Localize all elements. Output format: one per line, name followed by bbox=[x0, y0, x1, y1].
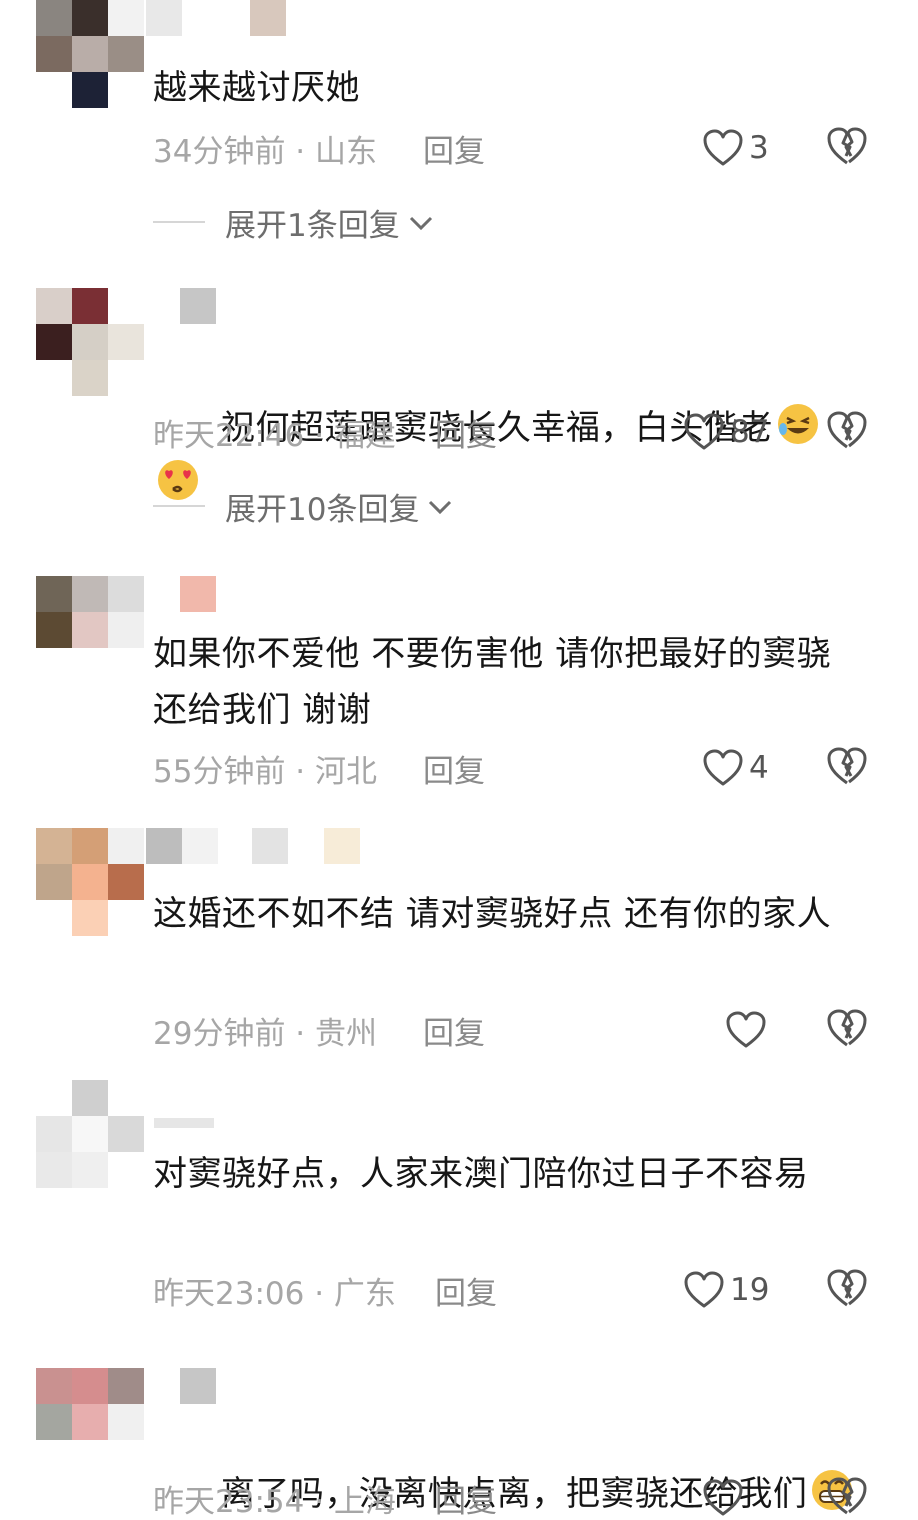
avatar[interactable] bbox=[36, 576, 144, 684]
comment-meta: 昨天22:46 · 福建 回复 bbox=[153, 412, 497, 454]
comment-text: 如果你不爱他 不要伤害他 请你把最好的窦骁还给我们 谢谢 bbox=[153, 634, 832, 730]
broken-heart-icon[interactable] bbox=[826, 746, 870, 790]
like-button[interactable]: 3 bbox=[703, 126, 769, 170]
comment-text: 越来越讨厌她 bbox=[153, 68, 360, 108]
comment-meta: 55分钟前 · 河北 回复 bbox=[153, 748, 485, 790]
username-pixelated[interactable] bbox=[146, 576, 226, 620]
reply-button[interactable]: 回复 bbox=[435, 410, 497, 455]
comment-meta: 昨天23:06 · 广东 回复 bbox=[153, 1270, 497, 1312]
comment-meta: 34分钟前 · 山东 回复 bbox=[153, 128, 485, 170]
comment-meta: 29分钟前 · 贵州 回复 bbox=[153, 1010, 485, 1052]
divider bbox=[153, 505, 205, 507]
expand-replies-button[interactable]: 展开1条回复 bbox=[153, 202, 434, 244]
chevron-down-icon bbox=[408, 204, 434, 240]
chevron-down-icon bbox=[427, 488, 453, 524]
reply-button[interactable]: 回复 bbox=[423, 746, 485, 791]
avatar[interactable] bbox=[36, 828, 144, 936]
comment-text: 这婚还不如不结 请对窦骁好点 还有你的家人 bbox=[153, 894, 832, 934]
broken-heart-icon[interactable] bbox=[826, 1476, 870, 1520]
heart-outline-icon bbox=[703, 1479, 743, 1517]
broken-heart-icon[interactable] bbox=[826, 1008, 870, 1052]
comment-text: 祝何超莲跟窦骁长久幸福，白头偕老 bbox=[153, 344, 865, 568]
avatar[interactable] bbox=[36, 1368, 144, 1476]
time-location: 34分钟前 · 山东 bbox=[153, 133, 378, 170]
like-button[interactable]: 19 bbox=[684, 1268, 769, 1312]
expand-label: 展开1条回复 bbox=[225, 207, 400, 244]
like-count: 3 bbox=[749, 130, 769, 166]
laugh-tears-emoji bbox=[775, 401, 821, 447]
broken-heart-icon[interactable] bbox=[826, 410, 870, 454]
time-location: 29分钟前 · 贵州 bbox=[153, 1015, 378, 1052]
reply-button[interactable]: 回复 bbox=[435, 1476, 497, 1520]
comment-text: 对窦骁好点，人家来澳门陪你过日子不容易 bbox=[153, 1154, 809, 1194]
like-button[interactable]: 87 bbox=[684, 410, 769, 454]
like-button[interactable]: 4 bbox=[703, 746, 769, 790]
avatar[interactable] bbox=[36, 0, 144, 108]
broken-heart-icon[interactable] bbox=[826, 1268, 870, 1312]
reply-button[interactable]: 回复 bbox=[423, 126, 485, 171]
time-location: 昨天23:54 · 上海 bbox=[153, 1483, 396, 1520]
reply-button[interactable]: 回复 bbox=[423, 1008, 485, 1053]
time-location: 昨天22:46 · 福建 bbox=[153, 417, 396, 454]
like-button[interactable] bbox=[726, 1008, 772, 1052]
heart-outline-icon bbox=[684, 413, 724, 451]
username-pixelated[interactable] bbox=[146, 0, 296, 44]
heart-outline-icon bbox=[703, 749, 743, 787]
time-location: 55分钟前 · 河北 bbox=[153, 753, 378, 790]
avatar[interactable] bbox=[36, 1080, 144, 1188]
expand-replies-button[interactable]: 展开10条回复 bbox=[153, 486, 453, 528]
heart-outline-icon bbox=[726, 1011, 766, 1049]
username-pixelated[interactable] bbox=[146, 1368, 226, 1412]
comment-meta: 昨天23:54 · 上海 回复 bbox=[153, 1478, 497, 1520]
like-count: 19 bbox=[730, 1272, 770, 1308]
broken-heart-icon[interactable] bbox=[826, 126, 870, 170]
divider bbox=[153, 221, 205, 223]
like-button[interactable] bbox=[703, 1476, 749, 1520]
expand-label: 展开10条回复 bbox=[225, 491, 420, 528]
username-pixelated[interactable] bbox=[146, 828, 366, 872]
time-location: 昨天23:06 · 广东 bbox=[153, 1275, 396, 1312]
avatar[interactable] bbox=[36, 288, 144, 396]
heart-outline-icon bbox=[703, 129, 743, 167]
like-count: 4 bbox=[749, 750, 769, 786]
reply-button[interactable]: 回复 bbox=[435, 1268, 497, 1313]
username-pixelated[interactable] bbox=[146, 288, 226, 332]
comment-list: 越来越讨厌她 34分钟前 · 山东 回复 3 展开1条回复 祝何超莲跟窦骁长久幸… bbox=[0, 0, 918, 1520]
heart-outline-icon bbox=[684, 1271, 724, 1309]
like-count: 87 bbox=[730, 414, 770, 450]
